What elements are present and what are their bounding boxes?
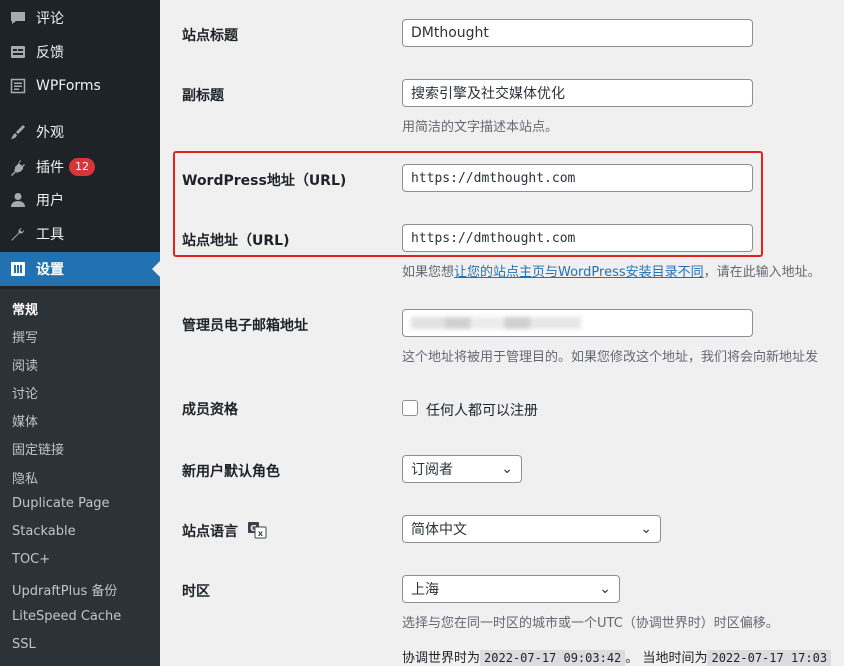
submenu-media[interactable]: 媒体 <box>12 411 38 430</box>
submenu-duplicate-page[interactable]: Duplicate Page <box>12 496 110 511</box>
tagline-input[interactable]: 搜索引擎及社交媒体优化 <box>402 79 753 107</box>
settings-general-form: 站点标题 DMthought 副标题 搜索引擎及社交媒体优化 用简洁的文字描述本… <box>160 0 844 666</box>
timezone-label: 时区 <box>182 584 210 600</box>
local-time-value: 2022-07-17 17:03 <box>707 650 832 666</box>
local-time-prefix: 当地时间为 <box>642 651 708 666</box>
redacted-email <box>411 317 581 329</box>
wpforms-icon <box>8 76 28 96</box>
timezone-value: 上海 <box>411 582 439 598</box>
site-url-help-link[interactable]: 让您的站点主页与WordPress安装目录不同 <box>454 265 704 280</box>
site-url-desc-prefix: 如果您想 <box>402 265 455 280</box>
comment-icon <box>8 8 28 28</box>
site-url-input[interactable]: https://dmthought.com <box>402 224 753 252</box>
menu-label: 评论 <box>36 11 64 27</box>
tools-icon <box>8 224 28 244</box>
menu-item-appearance[interactable]: 外观 <box>0 115 160 149</box>
site-language-select[interactable]: 简体中文 ⌄ <box>402 515 661 543</box>
time-info: 协调世界时为 2022-07-17 09:03:42。 当地时间为 2022-07-… <box>402 647 832 666</box>
site-language-value: 简体中文 <box>411 522 467 538</box>
users-icon <box>8 190 28 210</box>
tagline-value: 搜索引擎及社交媒体优化 <box>411 86 565 102</box>
submenu-reading[interactable]: 阅读 <box>12 355 38 374</box>
default-role-select[interactable]: 订阅者 ⌄ <box>402 455 522 483</box>
anyone-can-register-checkbox[interactable] <box>402 400 418 416</box>
feedback-icon <box>8 42 28 62</box>
submenu-litespeed-cache[interactable]: LiteSpeed Cache <box>12 609 121 624</box>
default-role-value: 订阅者 <box>411 462 453 478</box>
submenu-privacy[interactable]: 隐私 <box>12 468 38 487</box>
chevron-down-icon: ⌄ <box>599 581 611 597</box>
chevron-down-icon: ⌄ <box>640 521 652 537</box>
menu-label: 用户 <box>36 193 64 209</box>
site-url-description: 如果您想让您的站点主页与WordPress安装目录不同，请在此输入地址。 <box>402 261 821 280</box>
admin-email-label: 管理员电子邮箱地址 <box>182 318 308 334</box>
site-title-input[interactable]: DMthought <box>402 19 753 47</box>
chevron-down-icon: ⌄ <box>501 461 513 477</box>
submenu-ssl[interactable]: SSL <box>12 637 36 652</box>
site-language-label-text: 站点语言 <box>182 524 238 540</box>
timezone-description: 选择与您在同一时区的城市或一个UTC（协调世界时）时区偏移。 <box>402 616 779 631</box>
menu-label: WPForms <box>36 78 101 94</box>
site-url-value: https://dmthought.com <box>411 230 576 246</box>
submenu-discussion[interactable]: 讨论 <box>12 383 38 402</box>
tagline-label: 副标题 <box>182 88 224 104</box>
settings-icon <box>8 259 28 279</box>
submenu-general[interactable]: 常规 <box>12 299 38 318</box>
wordpress-url-input[interactable]: https://dmthought.com <box>402 164 753 192</box>
menu-item-settings[interactable]: 设置 <box>0 252 160 286</box>
menu-item-feedback[interactable]: 反馈 <box>0 35 160 69</box>
site-url-desc-suffix: ，请在此输入地址。 <box>703 265 821 280</box>
tagline-description: 用简洁的文字描述本站点。 <box>402 120 559 135</box>
submenu-writing[interactable]: 撰写 <box>12 327 38 346</box>
appearance-icon <box>8 122 28 142</box>
anyone-can-register-label[interactable]: 任何人都可以注册 <box>426 400 538 420</box>
submenu-stackable[interactable]: Stackable <box>12 524 76 539</box>
admin-sidebar: 评论 反馈 WPForms 外观 插件 12 用户 工具 设置 常规 撰写 阅读… <box>0 0 160 666</box>
menu-label: 设置 <box>36 262 64 278</box>
menu-item-tools[interactable]: 工具 <box>0 217 160 251</box>
menu-label: 工具 <box>36 227 64 243</box>
time-separator: 。 <box>625 651 639 666</box>
menu-item-plugins[interactable]: 插件 12 <box>0 150 160 184</box>
menu-label: 插件 <box>36 160 64 176</box>
translation-icon: Gx <box>247 521 267 543</box>
utc-time-value: 2022-07-17 09:03:42 <box>480 650 626 666</box>
submenu-toc[interactable]: TOC+ <box>12 552 50 567</box>
site-title-value: DMthought <box>411 25 489 41</box>
menu-label: 反馈 <box>36 45 64 61</box>
settings-submenu: 常规 撰写 阅读 讨论 媒体 固定链接 隐私 Duplicate Page St… <box>0 289 160 666</box>
menu-item-users[interactable]: 用户 <box>0 183 160 217</box>
menu-item-comments[interactable]: 评论 <box>0 1 160 35</box>
svg-text:x: x <box>258 529 264 538</box>
utc-time-prefix: 协调世界时为 <box>402 651 481 666</box>
site-title-label: 站点标题 <box>182 28 238 44</box>
site-language-label: 站点语言 Gx <box>182 521 267 543</box>
plugin-update-badge: 12 <box>69 158 95 176</box>
wordpress-url-value: https://dmthought.com <box>411 170 576 186</box>
menu-label: 外观 <box>36 125 64 141</box>
submenu-permalinks[interactable]: 固定链接 <box>12 439 64 458</box>
plugins-icon <box>8 157 28 177</box>
timezone-select[interactable]: 上海 ⌄ <box>402 575 620 603</box>
membership-label: 成员资格 <box>182 402 238 418</box>
admin-email-description: 这个地址将被用于管理目的。如果您修改这个地址，我们将会向新地址发 <box>402 350 819 365</box>
admin-email-input[interactable] <box>402 309 753 337</box>
menu-item-wpforms[interactable]: WPForms <box>0 69 160 103</box>
wordpress-url-label: WordPress地址（URL) <box>182 173 347 189</box>
submenu-updraftplus[interactable]: UpdraftPlus 备份 <box>12 580 117 599</box>
default-role-label: 新用户默认角色 <box>182 464 280 480</box>
site-url-label: 站点地址（URL) <box>182 233 290 249</box>
